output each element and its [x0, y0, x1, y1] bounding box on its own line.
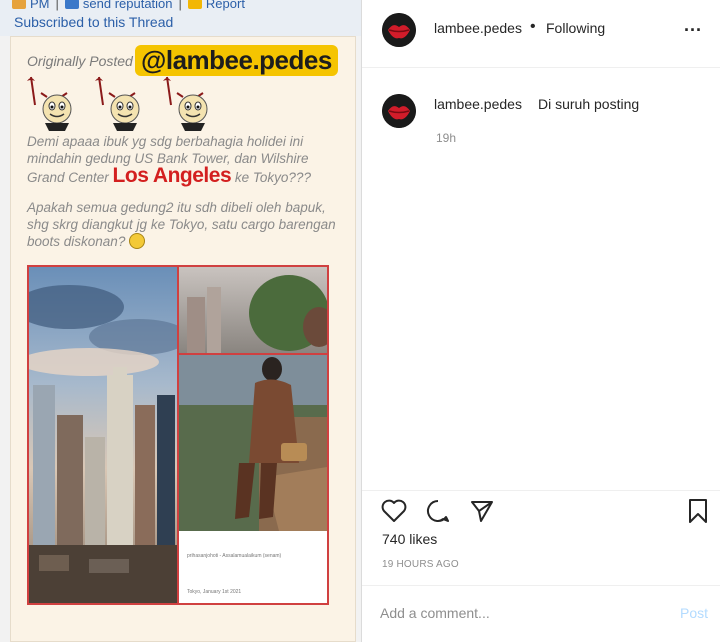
forum-link-report: Report [205, 0, 245, 11]
post-timestamp[interactable]: 19 HOURS AGO [382, 559, 459, 570]
forum-link-reputation: send reputation [82, 0, 173, 11]
header-username[interactable]: lambee.pedes [434, 20, 522, 36]
tower-crown [113, 367, 127, 377]
building [33, 385, 55, 545]
caption-avatar[interactable] [382, 94, 416, 128]
action-bar [362, 490, 720, 530]
share-icon[interactable] [468, 497, 496, 525]
report-icon [187, 0, 202, 9]
forum-link-bar: PM | send reputation | Report Subscribed to … [0, 0, 361, 36]
comment-input[interactable] [380, 602, 650, 624]
building [89, 559, 129, 573]
photo-collage: prihasanjohoti - Assalamualaikum (senam)… [27, 265, 329, 605]
quote-paragraph-2: Apakah semua gedung2 itu sdh dibeli oleh… [27, 199, 347, 250]
heart-icon[interactable] [380, 497, 408, 525]
post-header: lambee.pedes • Following ... [362, 0, 720, 68]
comment-icon[interactable] [424, 497, 452, 525]
building [157, 395, 175, 545]
link-separator: | [178, 0, 182, 11]
watermark-handle: @lambee.pedes [135, 45, 338, 76]
devil-smiley-icon [163, 76, 208, 131]
pm-icon [12, 0, 26, 9]
forum-links: PM | send reputation | Report [12, 0, 245, 11]
quote-paragraph-2-text: Apakah semua gedung2 itu sdh dibeli oleh… [27, 200, 336, 249]
link-separator: | [55, 0, 59, 11]
building [39, 555, 69, 571]
devil-smiley-icon [95, 76, 140, 131]
photo-date: Tokyo, January 1st 2021 [187, 589, 242, 595]
more-options-button[interactable]: ... [684, 16, 702, 34]
add-comment-bar: Post [362, 585, 720, 642]
quote-highlight: Los Angeles [112, 164, 232, 187]
photo-sky [179, 355, 327, 405]
quote-paragraph-1: Demi apaaa ibuk yg sdg berbahagia holide… [27, 133, 347, 186]
bookmark-icon[interactable] [684, 497, 712, 525]
forum-link-pm: PM [30, 0, 50, 11]
building [187, 297, 205, 353]
devil-smileys [27, 75, 217, 131]
building [85, 437, 105, 545]
header-separator: • [530, 18, 536, 35]
originally-posted-label: Originally Posted [27, 53, 133, 69]
city-ground [29, 545, 177, 603]
caption-username[interactable]: lambee.pedes [434, 96, 522, 112]
building [135, 405, 155, 545]
post-button[interactable]: Post [680, 605, 708, 621]
lips-logo-icon [382, 13, 416, 47]
caption-text: Di suruh posting [538, 96, 640, 112]
reputation-icon [64, 0, 79, 9]
thinking-face-icon [129, 233, 146, 249]
us-bank-tower [107, 375, 133, 545]
devil-smiley-icon [27, 76, 72, 131]
post-image[interactable]: PM | send reputation | Report Subscribed to … [0, 0, 362, 642]
following-button[interactable]: Following [546, 20, 605, 36]
photo-caption: prihasanjohoti - Assalamualaikum (senam) [187, 553, 282, 559]
lips-logo-icon [382, 94, 416, 128]
caption-time[interactable]: 19h [436, 131, 456, 145]
handbag [281, 443, 307, 461]
building [57, 415, 83, 545]
building [207, 287, 221, 353]
avatar[interactable] [382, 13, 416, 47]
quote-part-2: ke Tokyo??? [231, 170, 311, 185]
forum-quote-box: Originally Posted @lambee.pedes Demi apa… [10, 36, 356, 642]
likes-count[interactable]: 740 likes [382, 531, 437, 547]
woman-head [262, 357, 282, 381]
subscribed-label: Subscribed to this Thread [14, 14, 174, 30]
post-sidebar: lambee.pedes • Following ... lambee.pede… [362, 0, 720, 642]
collage-divider [177, 267, 179, 603]
collage-divider [179, 353, 327, 355]
